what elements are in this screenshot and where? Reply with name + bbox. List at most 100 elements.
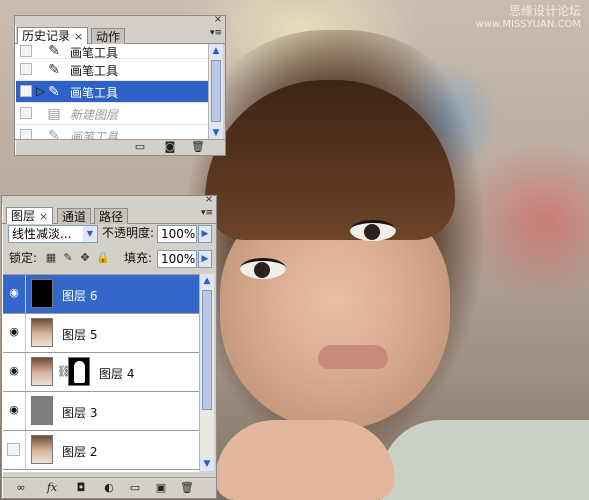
layer-thumbnail [31,318,53,347]
watermark: 思缘设计论坛 www.MISSYUAN.COM [476,4,581,32]
layer-name: 图层 3 [62,406,98,420]
new-group-icon[interactable]: ▭ [128,482,142,494]
layers-panel: × 图层 × 通道 路径 ▾≡ 线性减淡... ▼ 不透明度: 100% ▶ 锁定… [1,195,217,499]
blend-mode-select[interactable]: 线性减淡... ▼ [8,225,98,243]
source-checkbox[interactable] [20,63,32,75]
layer-thumbnail [31,357,53,386]
history-item-label: 画笔工具 [70,64,119,78]
tab-actions-label: 动作 [96,30,121,44]
fill-input[interactable]: 100% [157,250,197,268]
panel-close-icon[interactable]: × [213,15,223,25]
layer-row-5[interactable]: ◉ 图层 5 [3,314,200,353]
lock-row: 锁定: ▦ ✎ ✥ 🔒 填充: 100% ▶ [4,249,214,271]
trash-icon[interactable]: 🗑 [191,141,205,153]
tab-layers-label: 图层 [11,209,36,223]
hidden-visibility-box[interactable] [7,443,20,456]
visibility-toggle[interactable]: ◉ [3,392,26,430]
fill-label: 填充: [124,251,153,265]
list-item[interactable]: ✎ 画笔工具 [16,125,209,140]
visibility-toggle[interactable] [3,431,26,469]
add-mask-icon[interactable]: ◘ [74,482,88,494]
tab-actions[interactable]: 动作 [91,28,126,44]
new-document-from-state-icon[interactable]: ▭ [133,141,147,153]
history-item-label: 新建图层 [70,108,119,122]
layer-name: 图层 6 [62,289,98,303]
adjustment-layer-icon[interactable]: ◐ [102,482,116,494]
tab-close-icon[interactable]: × [39,210,48,223]
trash-icon[interactable]: 🗑 [180,482,194,494]
source-checkbox[interactable] [20,45,32,57]
watermark-title: 思缘设计论坛 [508,4,581,18]
lips [318,345,388,369]
layer-thumbnail [31,279,53,308]
opacity-arrow-icon[interactable]: ▶ [198,225,212,243]
visibility-toggle[interactable]: ◉ [3,314,26,352]
scroll-down-icon[interactable]: ▼ [200,457,214,471]
history-scrollbar[interactable]: ▲ ▼ [208,44,223,140]
source-checkbox[interactable] [20,85,32,97]
layers-titlebar[interactable]: × [2,195,216,205]
chevron-down-icon[interactable]: ▼ [83,226,97,242]
layer-mask-thumbnail[interactable] [68,357,90,386]
fill-arrow-icon[interactable]: ▶ [198,250,212,268]
layer-list: ◉ 图层 6 ◉ 图层 5 ◉ ⛓ 图层 4 ◉ 图层 3 图层 2 [3,274,200,472]
brush-icon: ✎ [48,44,60,59]
panel-close-icon[interactable]: × [204,195,214,205]
list-item[interactable]: ✎ 画笔工具 [16,59,209,81]
history-list: ✎ 画笔工具 ✎ 画笔工具 ▷ ✎ 画笔工具 ▤ 新建图层 ✎ 画笔工具 [16,44,209,140]
list-item[interactable]: ▤ 新建图层 [16,103,209,125]
lock-all-icon[interactable]: 🔒 [96,251,110,265]
visibility-toggle[interactable]: ◉ [3,275,26,313]
brush-icon: ✎ [48,84,60,100]
tab-paths[interactable]: 路径 [94,208,129,224]
lock-transparency-icon[interactable]: ▦ [44,251,58,265]
right-eye [350,220,396,241]
lock-paint-icon[interactable]: ✎ [61,251,75,265]
tab-paths-label: 路径 [99,210,124,224]
new-layer-state-icon: ▤ [47,106,61,122]
left-eye [240,258,286,279]
scroll-up-icon[interactable]: ▲ [209,44,223,58]
layer-row-2[interactable]: 图层 2 [3,431,200,470]
history-titlebar[interactable]: × [15,15,225,25]
history-panel: × 历史记录× 动作 ▾≡ ✎ 画笔工具 ✎ 画笔工具 ▷ ✎ 画笔工具 ▤ [14,15,226,156]
history-footer: ▭ ◙ 🗑 [15,139,225,155]
layer-thumbnail [31,435,53,464]
eye-icon[interactable]: ◉ [7,404,21,416]
link-layers-icon[interactable]: ∞ [14,482,28,494]
panel-menu-icon[interactable]: ▾≡ [201,208,213,218]
watermark-url: www.MISSYUAN.COM [475,19,581,30]
layers-tabs: 图层 × 通道 路径 ▾≡ [2,205,216,224]
scroll-down-icon[interactable]: ▼ [209,126,223,140]
tab-layers[interactable]: 图层 × [6,207,54,224]
tab-history[interactable]: 历史记录 × [17,27,89,44]
tab-channels-label: 通道 [62,210,87,224]
layer-row-6[interactable]: ◉ 图层 6 [3,275,200,314]
scroll-thumb[interactable] [202,290,212,410]
list-item[interactable]: ✎ 画笔工具 [16,44,209,60]
layer-row-4[interactable]: ◉ ⛓ 图层 4 [3,353,200,392]
hand [215,420,395,500]
layer-row-3[interactable]: ◉ 图层 3 [3,392,200,431]
tab-channels[interactable]: 通道 [57,208,92,224]
opacity-input[interactable]: 100% [157,225,197,243]
snapshot-icon[interactable]: ◙ [163,141,177,153]
fx-icon[interactable]: fx [42,482,62,494]
source-checkbox[interactable] [20,107,32,119]
panel-menu-icon[interactable]: ▾≡ [210,28,222,38]
tab-close-icon[interactable]: × [74,30,83,43]
scroll-up-icon[interactable]: ▲ [200,274,214,288]
eye-icon[interactable]: ◉ [7,365,21,377]
scroll-thumb[interactable] [211,60,221,122]
layer-name: 图层 4 [99,367,135,381]
list-item[interactable]: ▷ ✎ 画笔工具 [16,81,209,103]
blend-mode-value: 线性减淡... [12,227,72,241]
layers-scrollbar[interactable]: ▲ ▼ [199,274,214,471]
layer-options-row: 线性减淡... ▼ 不透明度: 100% ▶ [4,223,214,247]
visibility-toggle[interactable]: ◉ [3,353,26,391]
eye-icon[interactable]: ◉ [7,326,21,338]
lock-move-icon[interactable]: ✥ [78,251,92,265]
eye-icon[interactable]: ◉ [7,287,21,299]
layer-name: 图层 2 [62,445,98,459]
new-layer-icon[interactable]: ▣ [154,482,168,494]
